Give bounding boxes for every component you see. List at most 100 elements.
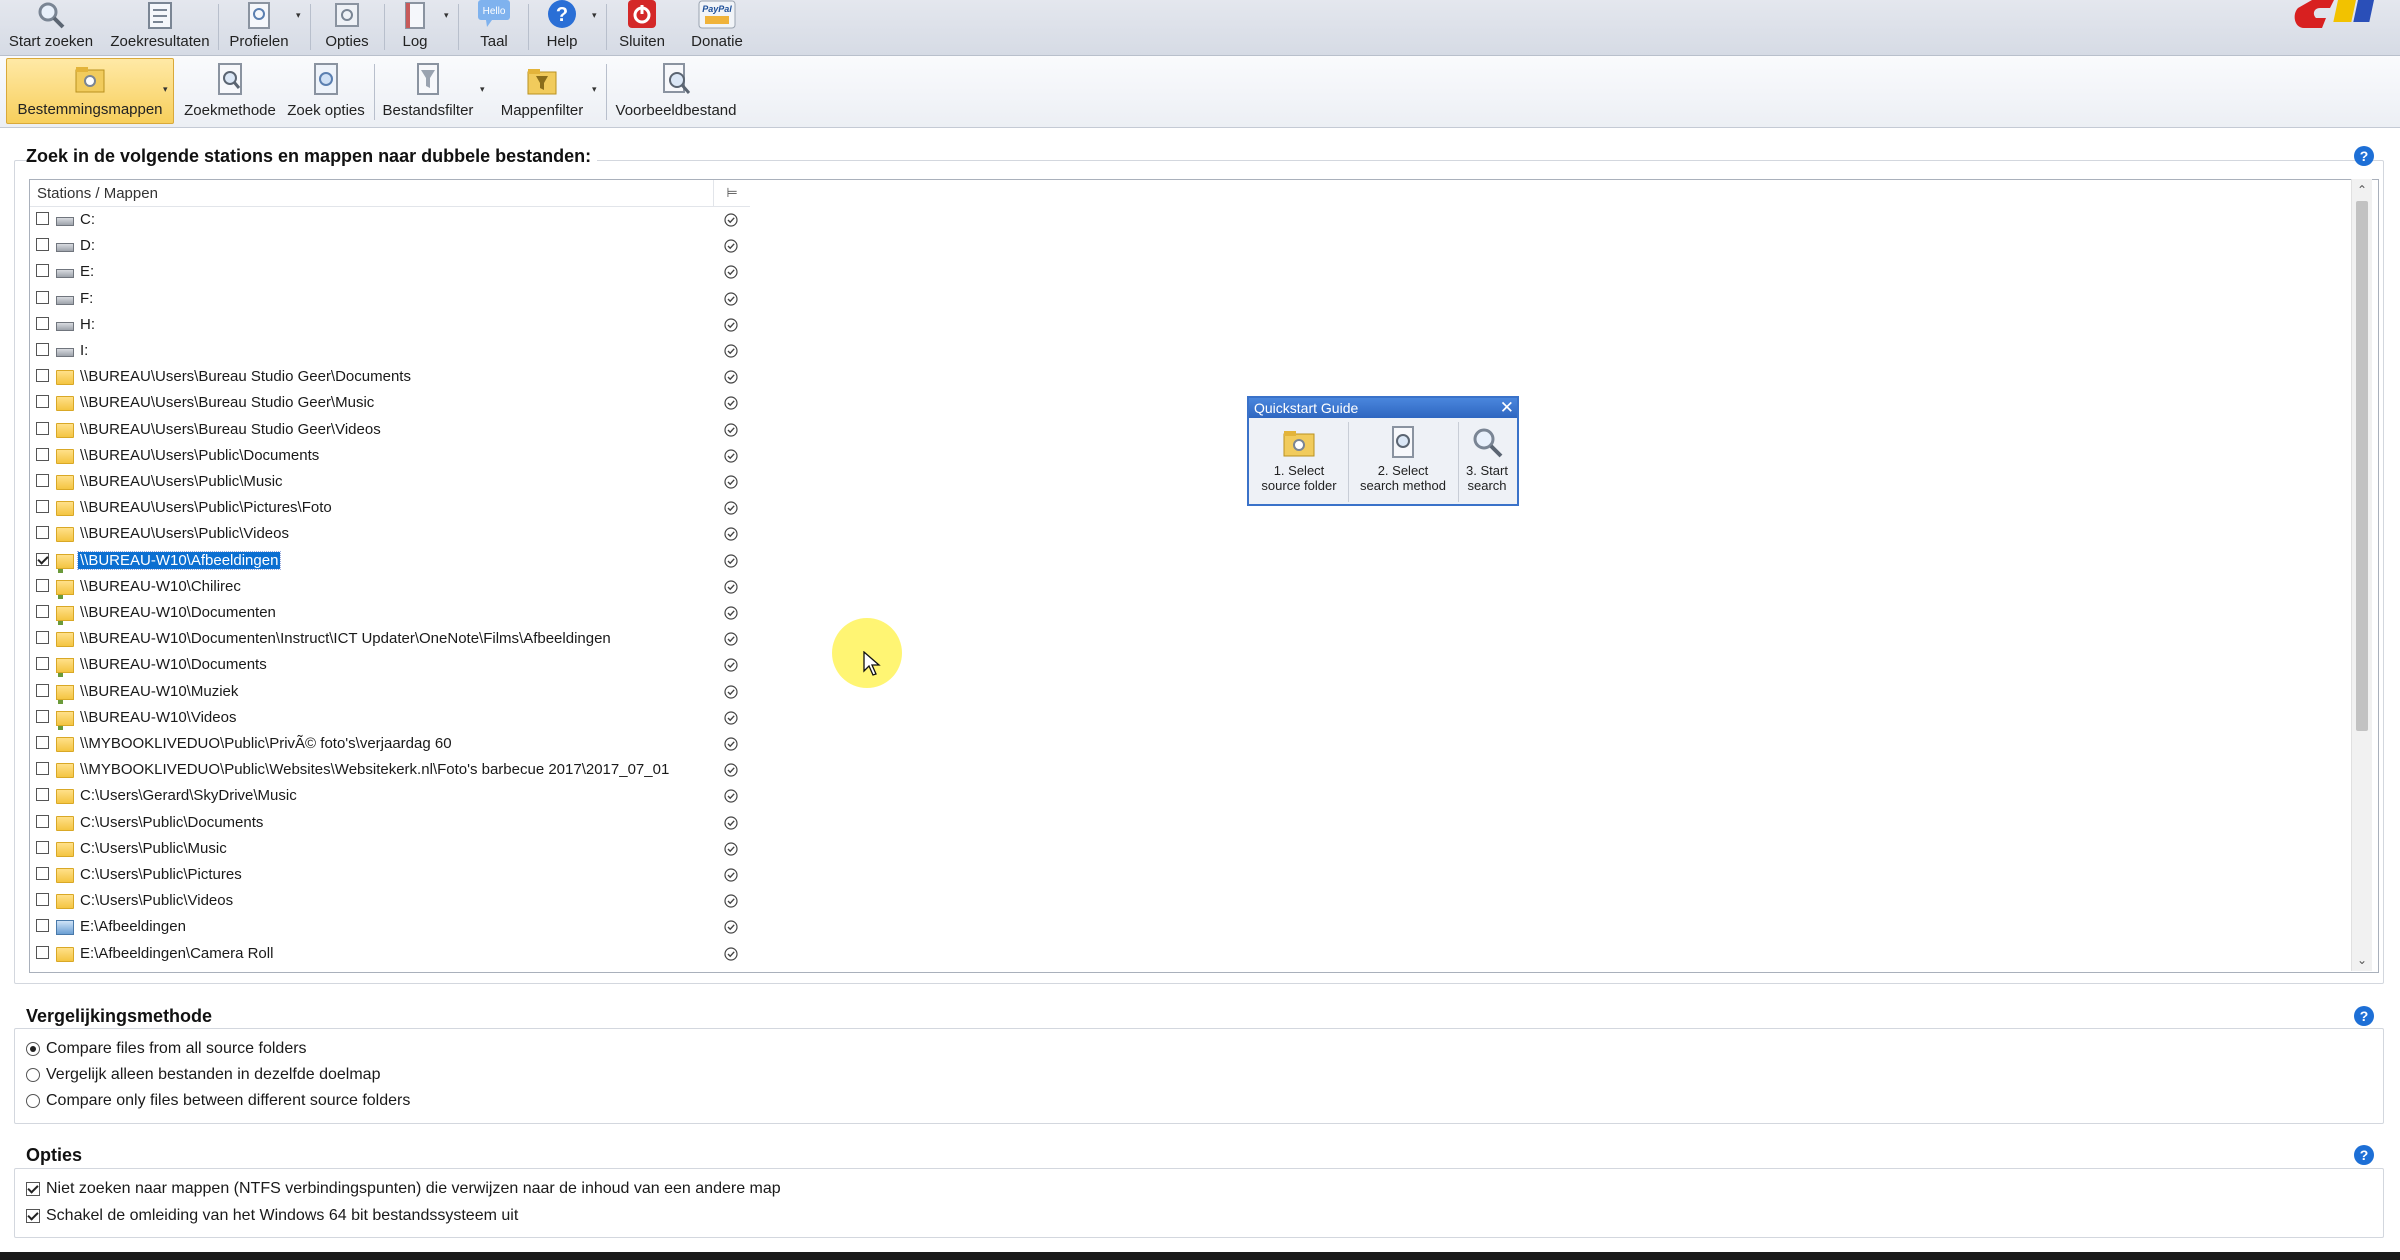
folder-row[interactable]: \\BUREAU-W10\Documenten	[30, 600, 760, 626]
search-results-button[interactable]: Zoekresultaten	[108, 0, 212, 55]
row-checkbox[interactable]	[36, 238, 49, 252]
scroll-down-icon[interactable]: ⌄	[2352, 951, 2372, 969]
folder-row[interactable]: \\BUREAU-W10\Muziek	[30, 679, 760, 705]
options-help-icon[interactable]: ?	[2354, 1145, 2374, 1165]
folder-row[interactable]: \\BUREAU\Users\Bureau Studio Geer\Docume…	[30, 364, 760, 390]
search-method-button[interactable]: Zoekmethode	[180, 58, 280, 124]
row-checkbox[interactable]	[36, 290, 49, 304]
row-checkbox[interactable]	[36, 447, 49, 461]
row-checkbox[interactable]	[36, 500, 49, 514]
search-options-button[interactable]: Zoek opties	[284, 58, 368, 124]
sample-file-button[interactable]: Voorbeeldbestand	[612, 58, 740, 124]
scrollbar-thumb[interactable]	[2356, 201, 2368, 731]
compare-option-different-folders[interactable]: Compare only files between different sou…	[26, 1090, 410, 1112]
row-checkbox[interactable]	[36, 788, 49, 802]
row-checkbox[interactable]	[36, 945, 49, 959]
help-dropdown-arrow[interactable]: ▾	[592, 10, 597, 21]
folder-row[interactable]: \\BUREAU\Users\Public\Videos	[30, 521, 760, 547]
row-checkbox[interactable]	[36, 893, 49, 907]
profiles-dropdown-arrow[interactable]: ▾	[296, 10, 301, 21]
row-checkbox[interactable]	[36, 395, 49, 409]
folder-row[interactable]: D:	[30, 233, 760, 259]
compare-option-same-folder[interactable]: Vergelijk alleen bestanden in dezelfde d…	[26, 1064, 380, 1086]
row-checkbox[interactable]	[36, 683, 49, 697]
quickstart-select-method-button[interactable]: 2. Select search method	[1351, 420, 1455, 504]
row-checkbox[interactable]	[36, 919, 49, 933]
folder-filter-dropdown-arrow[interactable]: ▾	[592, 84, 597, 95]
target-folders-button[interactable]: Bestemmingsmappen	[6, 58, 174, 124]
file-filter-button[interactable]: Bestandsfilter	[380, 58, 476, 124]
folder-row[interactable]: C:\Users\Public\Videos	[30, 888, 760, 914]
folder-row[interactable]: \\BUREAU\Users\Bureau Studio Geer\Videos	[30, 417, 760, 443]
column-header-folders[interactable]: Stations / Mappen	[37, 185, 158, 202]
row-checkbox[interactable]	[36, 605, 49, 618]
folder-row[interactable]: E:\Afbeeldingen\Camera Roll	[30, 941, 760, 967]
row-checkbox[interactable]	[36, 526, 49, 540]
tree-scrollbar[interactable]: ⌃ ⌄	[2351, 179, 2372, 971]
folder-row[interactable]: \\BUREAU\Users\Public\Documents	[30, 443, 760, 469]
row-checkbox[interactable]	[36, 657, 49, 671]
checkbox[interactable]	[26, 1182, 40, 1196]
compare-option-all[interactable]: Compare files from all source folders	[26, 1038, 307, 1060]
close-button[interactable]: Sluiten	[612, 0, 672, 55]
folder-row[interactable]: \\BUREAU-W10\Documents	[30, 652, 760, 678]
log-dropdown-arrow[interactable]: ▾	[444, 10, 449, 21]
folders-help-icon[interactable]: ?	[2354, 146, 2374, 166]
row-checkbox[interactable]	[36, 316, 49, 330]
folder-row[interactable]: \\BUREAU\Users\Public\Pictures\Foto	[30, 495, 760, 521]
folder-row[interactable]: \\BUREAU-W10\Videos	[30, 705, 760, 731]
folder-row[interactable]: H:	[30, 312, 760, 338]
checkbox[interactable]	[26, 1209, 40, 1223]
folder-row[interactable]: C:\Users\Public\Documents	[30, 810, 760, 836]
folder-row[interactable]: C:\Users\Public\Music	[30, 836, 760, 862]
row-checkbox[interactable]	[36, 552, 49, 566]
row-checkbox[interactable]	[36, 421, 49, 435]
start-search-button[interactable]: Start zoeken	[8, 0, 94, 55]
radio-button[interactable]	[26, 1094, 40, 1108]
option-disable-redirection[interactable]: Schakel de omleiding van het Windows 64 …	[26, 1205, 518, 1227]
folder-row[interactable]: \\BUREAU-W10\Documenten\Instruct\ICT Upd…	[30, 626, 760, 652]
target-folders-dropdown-arrow[interactable]: ▾	[163, 84, 168, 95]
row-checkbox[interactable]	[36, 343, 49, 356]
folder-row[interactable]: \\BUREAU\Users\Public\Music	[30, 469, 760, 495]
folder-row[interactable]: C:\Users\Gerard\SkyDrive\Music	[30, 783, 760, 809]
radio-button[interactable]	[26, 1068, 40, 1082]
row-checkbox[interactable]	[36, 867, 49, 880]
quickstart-select-source-button[interactable]: 1. Select source folder	[1253, 420, 1345, 504]
quickstart-close-icon[interactable]: ✕	[1500, 398, 1514, 418]
scroll-up-icon[interactable]: ⌃	[2352, 181, 2372, 199]
row-checkbox[interactable]	[36, 369, 49, 383]
help-button[interactable]: ? Help	[536, 0, 588, 55]
folder-row[interactable]: \\MYBOOKLIVEDUO\Public\PrivÃ© foto's\ver…	[30, 731, 760, 757]
row-checkbox[interactable]	[36, 578, 49, 592]
row-checkbox[interactable]	[36, 840, 49, 854]
donate-button[interactable]: PayPal Donatie	[684, 0, 750, 55]
folder-row[interactable]: E:\Afbeeldingen	[30, 914, 760, 940]
radio-button[interactable]	[26, 1042, 40, 1056]
column-header-status-icon[interactable]: ⊨	[714, 183, 750, 203]
file-filter-dropdown-arrow[interactable]: ▾	[480, 84, 485, 95]
folder-row[interactable]: \\MYBOOKLIVEDUO\Public\Websites\Websitek…	[30, 757, 760, 783]
folder-row[interactable]: \\BUREAU\Users\Bureau Studio Geer\Music	[30, 390, 760, 416]
option-skip-junctions[interactable]: Niet zoeken naar mappen (NTFS verbinding…	[26, 1178, 781, 1200]
folder-row[interactable]: \\BUREAU-W10\Afbeeldingen	[30, 548, 760, 574]
folder-row[interactable]: I:	[30, 338, 760, 364]
options-button[interactable]: Opties	[318, 0, 376, 55]
row-checkbox[interactable]	[36, 736, 49, 749]
row-checkbox[interactable]	[36, 212, 49, 225]
folder-filter-button[interactable]: Mappenfilter	[494, 58, 590, 124]
row-checkbox[interactable]	[36, 474, 49, 487]
log-button[interactable]: Log	[392, 0, 438, 55]
quickstart-start-search-button[interactable]: 3. Start search	[1461, 420, 1513, 504]
row-checkbox[interactable]	[36, 631, 49, 645]
row-checkbox[interactable]	[36, 762, 49, 776]
profiles-button[interactable]: Profielen	[224, 0, 294, 55]
folder-row[interactable]: F:	[30, 286, 760, 312]
folder-row[interactable]: C:	[30, 207, 760, 233]
compare-help-icon[interactable]: ?	[2354, 1006, 2374, 1026]
row-checkbox[interactable]	[36, 709, 49, 723]
row-checkbox[interactable]	[36, 264, 49, 278]
folder-row[interactable]: C:\Users\Public\Pictures	[30, 862, 760, 888]
language-button[interactable]: Hello Taal	[466, 0, 522, 55]
folder-row[interactable]: \\BUREAU-W10\Chilirec	[30, 574, 760, 600]
